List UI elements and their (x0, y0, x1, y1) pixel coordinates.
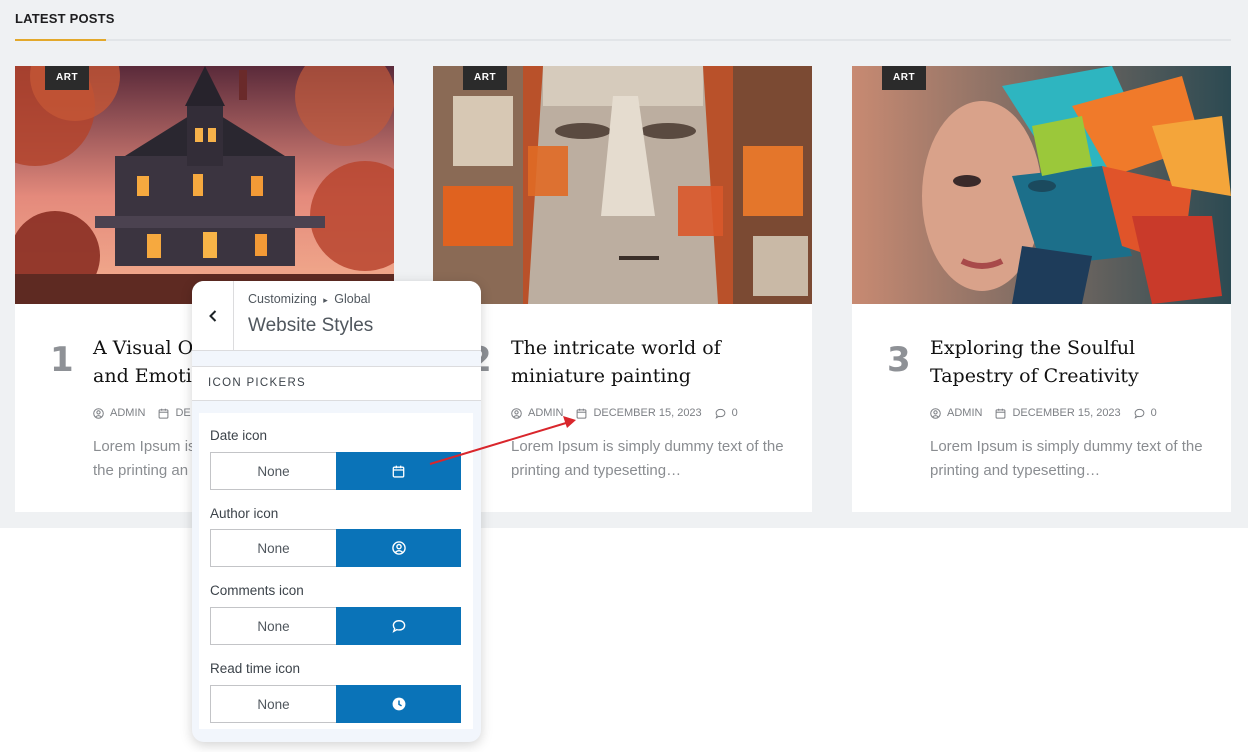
comment-icon (1134, 408, 1145, 419)
post-card-2[interactable]: ART 2 The intricate world of miniature p… (433, 66, 812, 512)
post-image-2[interactable] (433, 66, 812, 304)
user-circle-icon (93, 407, 104, 419)
post-author[interactable]: ADMIN (930, 407, 982, 419)
category-badge[interactable]: ART (882, 66, 927, 90)
customizer-panel: Customizing ▸ Global Website Styles ICON… (192, 281, 481, 742)
post-comment-count[interactable]: 0 (1151, 407, 1157, 419)
post-image-1[interactable] (15, 66, 394, 304)
section-title: LATEST POSTS (15, 11, 115, 26)
comments-icon-label: Comments icon (210, 583, 304, 598)
author-icon-user-option[interactable] (336, 529, 461, 567)
section-header: LATEST POSTS (15, 0, 1231, 41)
post-author-name[interactable]: ADMIN (947, 407, 982, 419)
author-icon-none-option[interactable]: None (210, 529, 336, 567)
user-circle-icon (930, 407, 941, 419)
post-date: DE (158, 407, 191, 419)
date-icon-toggle: None (210, 452, 461, 490)
section-label-icon-pickers: ICON PICKERS (192, 366, 481, 401)
post-date: DECEMBER 15, 2023 (576, 407, 702, 419)
read-time-icon-toggle: None (210, 685, 461, 723)
comments-icon-toggle: None (210, 607, 461, 645)
post-number: 1 (50, 340, 74, 380)
breadcrumb-separator: ▸ (323, 295, 328, 305)
post-image-3[interactable] (852, 66, 1231, 304)
post-date-text: DECEMBER 15, 2023 (1012, 407, 1121, 419)
date-icon-calendar-option[interactable] (336, 452, 461, 490)
user-circle-icon (391, 541, 406, 555)
post-title[interactable]: The intricate world of miniature paintin… (511, 334, 791, 390)
read-time-icon-label: Read time icon (210, 661, 301, 676)
post-excerpt: Lorem Ipsum is simply dummy text of the … (930, 438, 1203, 479)
comments-icon-bubble-option[interactable] (336, 607, 461, 645)
post-date-text: DE (175, 407, 191, 419)
calendar-icon (996, 408, 1006, 419)
breadcrumb-leaf: Global (334, 292, 371, 306)
read-time-icon-none-option[interactable]: None (210, 685, 336, 723)
author-icon-label: Author icon (210, 506, 279, 521)
post-comment-count[interactable]: 0 (732, 407, 738, 419)
back-button[interactable] (192, 281, 234, 350)
comment-icon (715, 408, 726, 419)
date-icon-label: Date icon (210, 428, 268, 443)
post-excerpt: Lorem Ipsum is simply dummy text of the … (511, 438, 784, 479)
post-author[interactable]: ADMIN (511, 407, 563, 419)
post-meta: ADMIN DE (93, 407, 204, 419)
date-icon-none-option[interactable]: None (210, 452, 336, 490)
icon-pickers-controls: Date icon None Author icon None Comments… (199, 413, 473, 729)
post-date-text: DECEMBER 15, 2023 (593, 407, 702, 419)
section-title-underline (15, 39, 106, 41)
calendar-icon (159, 408, 169, 419)
post-author-name[interactable]: ADMIN (110, 407, 145, 419)
comments-icon-none-option[interactable]: None (210, 607, 336, 645)
post-title[interactable]: Exploring the Soulful Tapestry of Creati… (930, 334, 1210, 390)
post-author-name[interactable]: ADMIN (528, 407, 563, 419)
breadcrumb: Customizing ▸ Global (248, 292, 370, 306)
post-comments[interactable]: 0 (1134, 407, 1157, 419)
post-comments[interactable]: 0 (715, 407, 738, 419)
panel-title: Website Styles (248, 315, 374, 336)
post-meta: ADMIN DECEMBER 15, 2023 0 (930, 407, 1170, 419)
post-meta: ADMIN DECEMBER 15, 2023 0 (511, 407, 751, 419)
category-badge[interactable]: ART (45, 66, 90, 90)
post-author[interactable]: ADMIN (93, 407, 145, 419)
breadcrumb-root: Customizing (248, 292, 317, 306)
chevron-left-icon (208, 309, 216, 322)
post-date: DECEMBER 15, 2023 (995, 407, 1121, 419)
post-number: 3 (887, 340, 911, 380)
user-circle-icon (511, 407, 522, 419)
clock-icon (392, 697, 405, 711)
calendar-icon (392, 465, 405, 478)
customizer-header: Customizing ▸ Global Website Styles (192, 281, 481, 351)
calendar-icon (577, 408, 587, 419)
category-badge[interactable]: ART (463, 66, 508, 90)
read-time-icon-clock-option[interactable] (336, 685, 461, 723)
comment-icon (392, 620, 405, 633)
author-icon-toggle: None (210, 529, 461, 567)
post-card-3[interactable]: ART 3 Exploring the Soulful Tapestry of … (852, 66, 1231, 512)
